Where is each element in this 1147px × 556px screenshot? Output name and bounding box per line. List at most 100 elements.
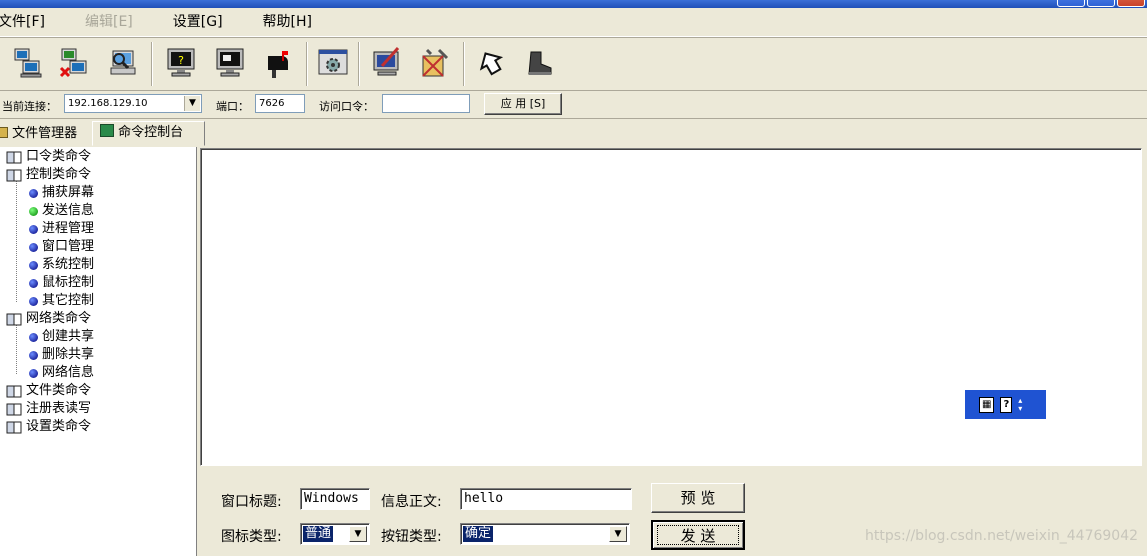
current-connection-select[interactable]: 192.168.129.10 ▼	[64, 94, 202, 113]
tree-group-password[interactable]: 口令类命令	[6, 148, 91, 166]
focus-rect	[657, 525, 739, 545]
current-connection-value: 192.168.129.10	[68, 98, 148, 109]
tab-command-console[interactable]: 命令控制台	[92, 121, 205, 146]
menu-bar: 文件[F] 编辑[E] 设置[G] 帮助[H]	[0, 8, 1147, 37]
port-value: 7626	[259, 98, 285, 109]
tab-file-manager[interactable]: 文件管理器	[0, 123, 92, 145]
toolbar: ?	[0, 37, 1147, 91]
chevron-down-icon[interactable]: ▼	[609, 526, 627, 542]
tree-group-label: 网络类命令	[26, 311, 92, 326]
tree-item-label: 删除共享	[42, 347, 95, 362]
message-input[interactable]: hello	[460, 488, 632, 510]
edit-monitor-icon[interactable]	[368, 44, 406, 82]
menu-help[interactable]: 帮助[H]	[261, 8, 314, 36]
bullet-icon	[29, 224, 38, 234]
icon-type-select[interactable]: 普通 ▼	[300, 523, 370, 545]
tree-item-window-manager[interactable]: 窗口管理	[29, 238, 94, 256]
bullet-icon	[29, 350, 38, 360]
tree-item-send-message[interactable]: 发送信息	[29, 202, 94, 220]
settings-window-icon[interactable]	[314, 44, 352, 82]
upload-arrow-icon[interactable]	[472, 44, 510, 82]
help-icon[interactable]: ?	[1000, 396, 1013, 413]
title-bar	[0, 0, 1147, 8]
preview-button[interactable]: 预 览	[651, 483, 745, 513]
icon-type-value: 普通	[303, 526, 334, 542]
connect-computer-icon[interactable]	[9, 44, 47, 82]
tree-item-mouse-control[interactable]: 鼠标控制	[29, 274, 94, 292]
ime-toolbar[interactable]: ▦ ? ▴ ▾	[965, 390, 1046, 419]
icon-type-label: 图标类型:	[221, 529, 282, 545]
chevron-down-icon[interactable]: ▼	[349, 526, 367, 542]
tree-item-capture-screen[interactable]: 捕获屏幕	[29, 184, 94, 202]
menu-edit[interactable]: 编辑[E]	[83, 8, 135, 36]
folder-icon	[0, 127, 8, 138]
tools-icon[interactable]	[415, 44, 453, 82]
tab-command-console-label: 命令控制台	[118, 125, 184, 140]
book-icon	[6, 169, 22, 182]
bullet-icon	[29, 260, 38, 270]
button-type-label: 按钮类型:	[381, 529, 442, 545]
tree-group-control[interactable]: 控制类命令	[6, 166, 91, 184]
tree-group-label: 文件类命令	[26, 383, 92, 398]
button-type-value: 确定	[463, 526, 494, 542]
svg-text:?: ?	[178, 54, 184, 67]
book-icon	[6, 385, 22, 398]
bullet-icon	[29, 242, 38, 252]
screen-monitor-icon[interactable]	[211, 44, 249, 82]
chevron-down-icon[interactable]: ▼	[184, 96, 200, 111]
tree-group-network[interactable]: 网络类命令	[6, 310, 91, 328]
maximize-button[interactable]	[1087, 0, 1115, 7]
disconnect-computer-icon[interactable]	[56, 44, 94, 82]
tree-item-other-control[interactable]: 其它控制	[29, 292, 94, 310]
bullet-icon	[29, 188, 38, 198]
chevron-icon[interactable]: ▴ ▾	[1018, 396, 1022, 413]
tree-item-label: 系统控制	[42, 257, 95, 272]
menu-file[interactable]: 文件[F]	[0, 8, 47, 36]
command-tree[interactable]: 口令类命令 控制类命令 捕获屏幕 发送信息 进程管理 窗口管理 系统控制 鼠标控…	[0, 147, 197, 556]
bullet-icon	[29, 278, 38, 288]
tree-item-create-share[interactable]: 创建共享	[29, 328, 94, 346]
send-button[interactable]: 发 送	[651, 520, 745, 550]
tree-group-registry[interactable]: 注册表读写	[6, 400, 91, 418]
keyboard-icon[interactable]: ▦	[979, 396, 995, 413]
book-icon	[6, 403, 22, 416]
connection-bar: 当前连接： 192.168.129.10 ▼ 端口： 7626 访问口令： 应 …	[0, 91, 1147, 119]
search-computer-icon[interactable]	[104, 44, 142, 82]
help-monitor-icon[interactable]: ?	[162, 44, 200, 82]
tree-item-label: 鼠标控制	[42, 275, 95, 290]
boot-exit-icon[interactable]	[521, 44, 559, 82]
tree-item-label: 进程管理	[42, 221, 95, 236]
console-icon	[100, 124, 114, 137]
tree-item-system-control[interactable]: 系统控制	[29, 256, 94, 274]
tree-group-settings[interactable]: 设置类命令	[6, 418, 91, 436]
mailbox-icon[interactable]	[258, 44, 296, 82]
tree-item-label: 其它控制	[42, 293, 95, 308]
bullet-icon	[29, 206, 38, 216]
port-input[interactable]: 7626	[255, 94, 305, 113]
tree-group-label: 口令类命令	[26, 149, 92, 164]
tree-item-label: 网络信息	[42, 365, 95, 380]
book-icon	[6, 151, 22, 164]
tree-item-label: 发送信息	[42, 203, 95, 218]
button-type-select[interactable]: 确定 ▼	[460, 523, 630, 545]
tab-file-manager-label: 文件管理器	[12, 126, 78, 141]
book-icon	[6, 313, 22, 326]
tree-item-network-info[interactable]: 网络信息	[29, 364, 94, 382]
bullet-icon	[29, 296, 38, 306]
tree-item-delete-share[interactable]: 删除共享	[29, 346, 94, 364]
tree-item-process-manager[interactable]: 进程管理	[29, 220, 94, 238]
bullet-icon	[29, 332, 38, 342]
password-input[interactable]	[382, 94, 470, 113]
tab-strip: 文件管理器 命令控制台	[0, 121, 210, 147]
current-connection-label: 当前连接：	[2, 100, 57, 113]
window-title-input[interactable]: Windows	[300, 488, 370, 510]
menu-settings[interactable]: 设置[G]	[171, 8, 225, 36]
tree-group-file[interactable]: 文件类命令	[6, 382, 91, 400]
minimize-button[interactable]	[1057, 0, 1085, 7]
tree-group-label: 注册表读写	[26, 401, 92, 416]
apply-button[interactable]: 应 用 [S]	[484, 93, 562, 115]
tree-item-label: 捕获屏幕	[42, 185, 95, 200]
port-label: 端口：	[216, 100, 249, 113]
tree-group-label: 设置类命令	[26, 419, 92, 434]
close-button[interactable]	[1117, 0, 1145, 7]
